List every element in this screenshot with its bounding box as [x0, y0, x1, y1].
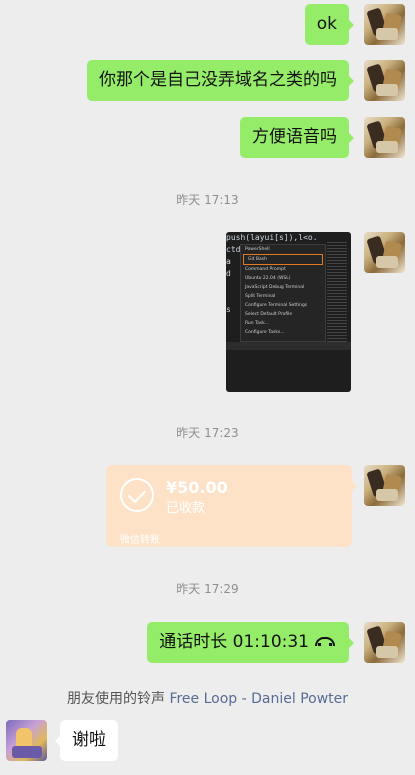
friend-avatar[interactable]	[6, 720, 47, 761]
message-bubble[interactable]: 方便语音吗	[240, 117, 354, 158]
minimap	[327, 242, 347, 342]
menu-item: PowerShell	[245, 247, 270, 252]
ringtone-song-link[interactable]: Free Loop - Daniel Powter	[169, 691, 348, 707]
message-bubble[interactable]: 谢啦	[55, 720, 118, 761]
menu-item: Ubuntu 22.04 (WSL)	[245, 276, 291, 281]
timestamp: 昨天 17:29	[176, 582, 239, 596]
my-avatar[interactable]	[364, 232, 405, 273]
ringtone-notice: 朋友使用的铃声 Free Loop - Daniel Powter	[0, 688, 415, 708]
transfer-footer: 微信转账	[120, 535, 160, 546]
my-avatar[interactable]	[364, 622, 405, 663]
ringtone-prefix: 朋友使用的铃声	[66, 691, 165, 707]
menu-item: Configure Tasks...	[245, 330, 285, 335]
terminal-bar	[226, 342, 351, 350]
transfer-status: 已收款	[166, 501, 206, 516]
my-avatar[interactable]	[364, 4, 405, 45]
menu-item: Command Prompt	[245, 267, 286, 272]
check-icon	[120, 478, 154, 512]
call-bubble[interactable]: 通话时长 01:10:31	[147, 622, 354, 663]
menu-item: Split Terminal	[245, 294, 276, 299]
menu-item: Configure Terminal Settings	[245, 303, 308, 308]
message-bubble[interactable]: ok	[304, 4, 355, 45]
timestamp: 昨天 17:23	[176, 426, 239, 440]
image-message[interactable]: push(layui[s]),l<o. ctd< a d s PowerShel…	[226, 232, 351, 392]
terminal-menu: PowerShell Git Bash Command Prompt Ubuntu 2…	[240, 244, 326, 342]
menu-item: Select Default Profile	[245, 312, 293, 317]
my-avatar[interactable]	[364, 117, 405, 158]
phone-icon	[315, 637, 337, 647]
message-bubble[interactable]: 你那个是自己没弄域名之类的吗	[87, 60, 354, 101]
call-duration: 通话时长 01:10:31	[159, 632, 309, 652]
transfer-card[interactable]: ¥50.00 已收款 微信转账	[106, 465, 357, 547]
menu-item: Git Bash	[243, 254, 323, 265]
menu-item: JavaScript Debug Terminal	[245, 285, 305, 290]
transfer-amount: ¥50.00	[166, 478, 228, 497]
timestamp: 昨天 17:13	[176, 193, 239, 207]
my-avatar[interactable]	[364, 60, 405, 101]
my-avatar[interactable]	[364, 465, 405, 506]
menu-item: Run Task...	[245, 321, 270, 326]
